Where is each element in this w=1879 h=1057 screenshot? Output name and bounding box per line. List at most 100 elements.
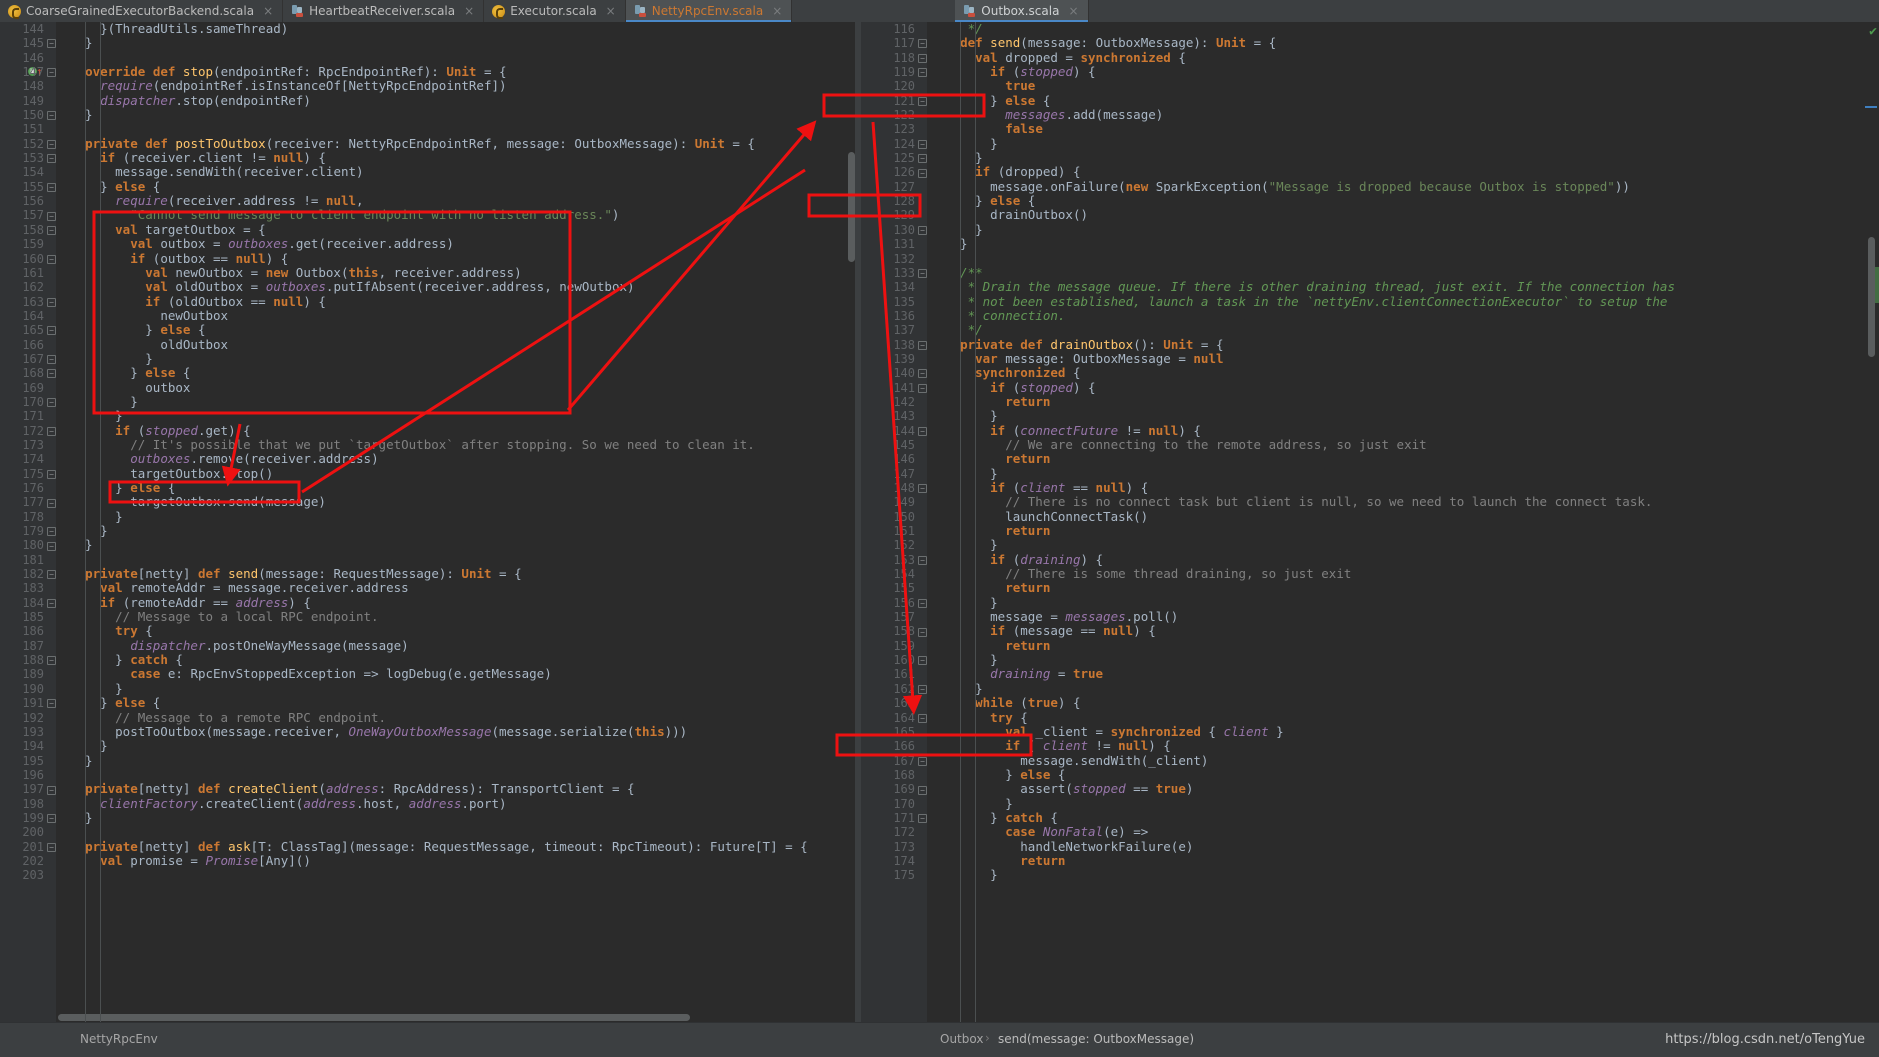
tab-nettyrpcenv[interactable]: NettyRpcEnv.scala × xyxy=(625,0,793,22)
code-line[interactable]: 144 if (connectFuture != null) { xyxy=(861,423,1879,438)
code-line[interactable]: 155 return xyxy=(861,581,1879,596)
code-line[interactable]: 152 private def postToOutbox(receiver: N… xyxy=(0,136,855,151)
code-line[interactable]: 144 }(ThreadUtils.sameThread) xyxy=(0,22,855,36)
code-line[interactable]: 178 } xyxy=(0,509,855,524)
code-line[interactable]: 132 xyxy=(861,252,1879,266)
right-vertical-scrollbar[interactable] xyxy=(1868,237,1875,357)
code-line[interactable]: 136 * connection. xyxy=(861,308,1879,323)
code-line[interactable]: 159 val outbox = outboxes.get(receiver.a… xyxy=(0,236,855,251)
breadcrumb-right-method[interactable]: send(message: OutboxMessage) xyxy=(998,1032,1194,1046)
code-line[interactable]: 177 targetOutbox.send(message) xyxy=(0,494,855,509)
close-icon[interactable]: × xyxy=(606,4,616,18)
code-line[interactable]: 119 if (stopped) { xyxy=(861,64,1879,79)
editor-tab-bar[interactable]: CoarseGrainedExecutorBackend.scala × Hea… xyxy=(0,0,1879,22)
code-line[interactable]: 158 if (message == null) { xyxy=(861,624,1879,639)
code-line[interactable]: 173 handleNetworkFailure(e) xyxy=(861,839,1879,854)
code-line[interactable]: 157 "Cannot send message to client endpo… xyxy=(0,208,855,223)
code-line[interactable]: 156 } xyxy=(861,595,1879,610)
code-line[interactable]: 173 // It's possible that we put `target… xyxy=(0,437,855,452)
code-line[interactable]: 172 if (stopped.get) { xyxy=(0,423,855,438)
code-line[interactable]: 185 // Message to a local RPC endpoint. xyxy=(0,609,855,624)
close-icon[interactable]: × xyxy=(772,4,782,18)
code-line[interactable]: 122 messages.add(message) xyxy=(861,107,1879,122)
code-line[interactable]: 181 xyxy=(0,553,855,567)
code-line[interactable]: 160 } xyxy=(861,652,1879,667)
code-line[interactable]: 163 if (oldOutbox == null) { xyxy=(0,294,855,309)
code-line[interactable]: 163 while (true) { xyxy=(861,695,1879,710)
code-line[interactable]: 148 if (client == null) { xyxy=(861,480,1879,495)
code-line[interactable]: 143 } xyxy=(861,408,1879,423)
code-line[interactable]: 155 } else { xyxy=(0,179,855,194)
code-line[interactable]: 167 } xyxy=(0,351,855,366)
code-line[interactable]: 193 postToOutbox(message.receiver, OneWa… xyxy=(0,724,855,739)
code-line[interactable]: 162 } xyxy=(861,681,1879,696)
code-line[interactable]: 164 newOutbox xyxy=(0,308,855,323)
editor-pane-outbox[interactable]: − − − − − − − − − − − − − − − − − − − − − − − 116 */117 def se… xyxy=(861,22,1879,1022)
code-line[interactable]: 196 xyxy=(0,768,855,782)
code-line[interactable]: 188 } catch { xyxy=(0,652,855,667)
code-line[interactable]: 130 } xyxy=(861,222,1879,237)
code-line[interactable]: 133 /** xyxy=(861,265,1879,280)
code-line[interactable]: 156 require(receiver.address != null, xyxy=(0,193,855,208)
code-line[interactable]: 186 try { xyxy=(0,624,855,639)
code-line[interactable]: 170 } xyxy=(0,394,855,409)
code-line[interactable]: 125 } xyxy=(861,150,1879,165)
code-line[interactable]: 149 dispatcher.stop(endpointRef) xyxy=(0,93,855,108)
code-line[interactable]: 145 // We are connecting to the remote a… xyxy=(861,437,1879,452)
editor-pane-nettyrpcenv[interactable]: − − − − − − − − − − − − − − − − − − − − − − − − − − ▣ ↑ 144 }(Thr… xyxy=(0,22,855,1022)
code-line[interactable]: 154 // There is some thread draining, so… xyxy=(861,566,1879,581)
code-line[interactable]: 153 if (receiver.client != null) { xyxy=(0,150,855,165)
code-line[interactable]: 198 clientFactory.createClient(address.h… xyxy=(0,796,855,811)
code-line[interactable]: 202 val promise = Promise[Any]() xyxy=(0,853,855,868)
code-line[interactable]: 203 xyxy=(0,868,855,882)
tab-heartbeatreceiver[interactable]: HeartbeatReceiver.scala × xyxy=(283,0,485,22)
code-line[interactable]: 142 return xyxy=(861,394,1879,409)
vcs-change-marker[interactable] xyxy=(1865,106,1877,108)
inspection-ok-icon[interactable]: ✔ xyxy=(1869,24,1877,39)
code-line[interactable]: 147 override def stop(endpointRef: RpcEn… xyxy=(0,64,855,79)
code-line[interactable]: 171 } catch { xyxy=(861,810,1879,825)
code-line[interactable]: 139 var message: OutboxMessage = null xyxy=(861,351,1879,366)
code-line[interactable]: 140 synchronized { xyxy=(861,365,1879,380)
code-line[interactable]: 192 // Message to a remote RPC endpoint. xyxy=(0,710,855,725)
code-line[interactable]: 169 outbox xyxy=(0,380,855,395)
code-line[interactable]: 159 return xyxy=(861,638,1879,653)
code-line[interactable]: 134 * Drain the message queue. If there … xyxy=(861,280,1879,295)
code-line[interactable]: 160 if (outbox == null) { xyxy=(0,251,855,266)
code-line[interactable]: 176 } else { xyxy=(0,480,855,495)
code-line[interactable]: 166 oldOutbox xyxy=(0,337,855,352)
code-line[interactable]: 154 message.sendWith(receiver.client) xyxy=(0,165,855,180)
code-line[interactable]: 184 if (remoteAddr == address) { xyxy=(0,595,855,610)
code-line[interactable]: 121 } else { xyxy=(861,93,1879,108)
code-line[interactable]: 126 if (dropped) { xyxy=(861,165,1879,180)
code-line[interactable]: 150 launchConnectTask() xyxy=(861,509,1879,524)
code-line[interactable]: 165 } else { xyxy=(0,322,855,337)
tab-outbox[interactable]: Outbox.scala × xyxy=(955,0,1089,22)
code-line[interactable]: 138 private def drainOutbox(): Unit = { xyxy=(861,337,1879,352)
left-vertical-scrollbar[interactable] xyxy=(848,152,855,262)
code-line[interactable]: 116 */ xyxy=(861,22,1879,36)
code-line[interactable]: 166 if ( client != null) { xyxy=(861,738,1879,753)
code-line[interactable]: 151 return xyxy=(861,523,1879,538)
code-line[interactable]: 175 targetOutbox.stop() xyxy=(0,466,855,481)
code-line[interactable]: 161 draining = true xyxy=(861,667,1879,682)
code-line[interactable]: 182 private[netty] def send(message: Req… xyxy=(0,566,855,581)
close-icon[interactable]: × xyxy=(464,4,474,18)
code-line[interactable]: 200 xyxy=(0,825,855,839)
code-line[interactable]: 157 message = messages.poll() xyxy=(861,609,1879,624)
breadcrumb-right-file[interactable]: Outbox xyxy=(940,1032,983,1046)
code-line[interactable]: 174 return xyxy=(861,853,1879,868)
code-line[interactable]: 179 } xyxy=(0,523,855,538)
code-line[interactable]: 118 val dropped = synchronized { xyxy=(861,50,1879,65)
code-line[interactable]: 199 } xyxy=(0,810,855,825)
code-line[interactable]: 117 def send(message: OutboxMessage): Un… xyxy=(861,35,1879,50)
code-line[interactable]: 194 } xyxy=(0,738,855,753)
code-line[interactable]: 174 outboxes.remove(receiver.address) xyxy=(0,451,855,466)
code-line[interactable]: 169 assert(stopped == true) xyxy=(861,781,1879,796)
code-line[interactable]: 137 */ xyxy=(861,323,1879,338)
code-line[interactable]: 145 } xyxy=(0,35,855,50)
breadcrumb-left[interactable]: NettyRpcEnv xyxy=(80,1032,158,1046)
code-line[interactable]: 172 case NonFatal(e) => xyxy=(861,824,1879,839)
code-line[interactable]: 171 } xyxy=(0,408,855,423)
code-line[interactable]: 127 message.onFailure(new SparkException… xyxy=(861,179,1879,194)
